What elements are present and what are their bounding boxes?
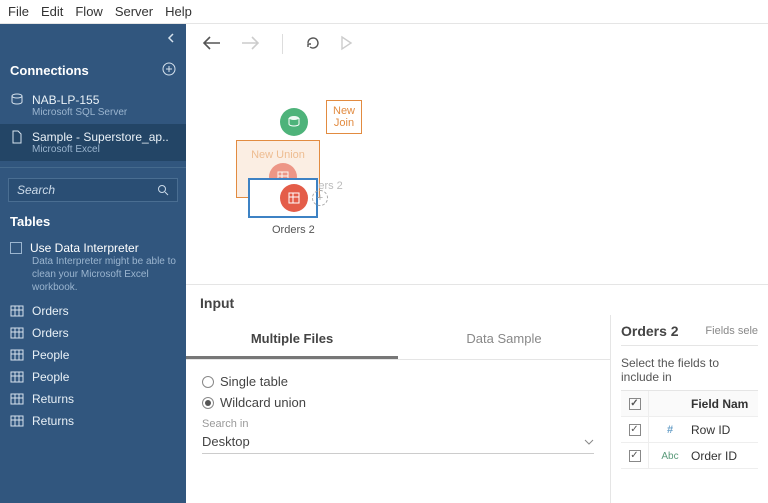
database-icon — [10, 93, 24, 110]
table-item[interactable]: Orders — [0, 322, 186, 344]
menu-bar: File Edit Flow Server Help — [0, 0, 768, 24]
menu-file[interactable]: File — [8, 4, 29, 19]
radio-label: Wildcard union — [220, 395, 306, 410]
menu-flow[interactable]: Flow — [75, 4, 102, 19]
tab-data-sample[interactable]: Data Sample — [398, 321, 610, 359]
interpreter-hint: Data Interpreter might be able to clean … — [32, 255, 176, 294]
connection-name: Sample - Superstore_ap.. — [32, 130, 169, 144]
sidebar-collapse-button[interactable] — [0, 24, 186, 54]
table-icon — [287, 191, 301, 205]
add-connection-button[interactable] — [162, 62, 176, 79]
sheet-icon — [10, 371, 24, 383]
field-name: Row ID — [691, 423, 758, 437]
input-left-pane: Multiple Files Data Sample Single table … — [186, 315, 610, 503]
radio-single-table[interactable]: Single table — [202, 374, 594, 389]
table-item[interactable]: Returns — [0, 388, 186, 410]
add-step-button[interactable]: + — [312, 190, 328, 206]
toolbar-separator — [282, 34, 283, 54]
search-in-label: Search in — [202, 418, 594, 430]
fields-desc: Select the fields to include in — [621, 346, 758, 390]
sheet-icon — [10, 327, 24, 339]
input-node[interactable] — [280, 108, 308, 136]
table-name: People — [32, 370, 69, 384]
select-all-checkbox[interactable]: ✓ — [629, 398, 641, 410]
type-number-icon: # — [667, 424, 673, 436]
sidebar: Connections NAB-LP-155 Microsoft SQL Ser… — [0, 24, 186, 503]
data-interpreter: Use Data Interpreter Data Interpreter mi… — [0, 237, 186, 300]
radio-icon — [202, 397, 214, 409]
toolbar — [186, 24, 768, 64]
connection-type: Microsoft Excel — [32, 144, 169, 155]
table-item[interactable]: Orders — [0, 300, 186, 322]
database-icon — [287, 115, 301, 129]
search-in-dropdown[interactable]: Desktop — [202, 430, 594, 454]
new-join-hint[interactable]: New Join — [326, 100, 362, 134]
connections-label: Connections — [10, 63, 89, 78]
flow-canvas[interactable]: New Join New Union Orders 2 + Orders 2 — [186, 64, 768, 284]
menu-edit[interactable]: Edit — [41, 4, 63, 19]
connection-item[interactable]: Sample - Superstore_ap.. Microsoft Excel — [0, 124, 186, 161]
interpreter-checkbox[interactable] — [10, 242, 22, 254]
menu-server[interactable]: Server — [115, 4, 153, 19]
fields-header-row: ✓ Field Nam — [621, 391, 758, 417]
sheet-icon — [10, 393, 24, 405]
fields-title: Orders 2 — [621, 323, 679, 339]
field-name: Order ID — [691, 449, 758, 463]
search-input[interactable]: Search — [8, 178, 178, 202]
input-header: Input — [186, 285, 768, 315]
table-item[interactable]: Returns — [0, 410, 186, 432]
tables-label: Tables — [0, 206, 186, 237]
radio-icon — [202, 376, 214, 388]
input-tabs: Multiple Files Data Sample — [186, 321, 610, 360]
field-checkbox[interactable]: ✓ — [629, 450, 641, 462]
field-row[interactable]: ✓ # Row ID — [621, 417, 758, 443]
file-icon — [10, 130, 24, 147]
node-label: Orders 2 — [272, 224, 315, 236]
run-button[interactable] — [339, 35, 353, 54]
table-name: Returns — [32, 392, 74, 406]
table-name: Orders — [32, 304, 69, 318]
main-area: New Join New Union Orders 2 + Orders 2 I… — [186, 24, 768, 503]
refresh-button[interactable] — [305, 35, 321, 54]
sheet-icon — [10, 415, 24, 427]
search-icon — [157, 184, 169, 196]
chevron-left-icon — [166, 33, 176, 43]
divider — [0, 167, 186, 168]
field-checkbox[interactable]: ✓ — [629, 424, 641, 436]
input-panel: Input Multiple Files Data Sample Single … — [186, 284, 768, 503]
connection-name: NAB-LP-155 — [32, 93, 127, 107]
table-name: Returns — [32, 414, 74, 428]
back-button[interactable] — [202, 35, 222, 54]
table-name: Orders — [32, 326, 69, 340]
table-name: People — [32, 348, 69, 362]
table-item[interactable]: People — [0, 366, 186, 388]
table-item[interactable]: People — [0, 344, 186, 366]
column-header-name: Field Nam — [691, 397, 758, 411]
tab-multiple-files[interactable]: Multiple Files — [186, 321, 398, 359]
forward-button[interactable] — [240, 35, 260, 54]
fields-table: ✓ Field Nam ✓ # Row ID ✓ Abc Order — [621, 390, 758, 469]
type-string-icon: Abc — [661, 451, 678, 462]
fields-pane: Orders 2 Fields sele Select the fields t… — [610, 315, 768, 503]
input-node-orders2[interactable] — [280, 184, 308, 212]
radio-wildcard-union[interactable]: Wildcard union — [202, 395, 594, 410]
fields-selected-link[interactable]: Fields sele — [705, 325, 758, 337]
menu-help[interactable]: Help — [165, 4, 192, 19]
chevron-down-icon — [584, 439, 594, 445]
search-in-value: Desktop — [202, 434, 250, 449]
plus-circle-icon — [162, 62, 176, 76]
field-row[interactable]: ✓ Abc Order ID — [621, 443, 758, 469]
radio-label: Single table — [220, 374, 288, 389]
connection-item[interactable]: NAB-LP-155 Microsoft SQL Server — [0, 87, 186, 124]
connection-type: Microsoft SQL Server — [32, 107, 127, 118]
search-placeholder: Search — [17, 183, 55, 197]
sheet-icon — [10, 305, 24, 317]
sheet-icon — [10, 349, 24, 361]
interpreter-title: Use Data Interpreter — [30, 241, 139, 255]
new-union-label: New Union — [251, 149, 305, 161]
